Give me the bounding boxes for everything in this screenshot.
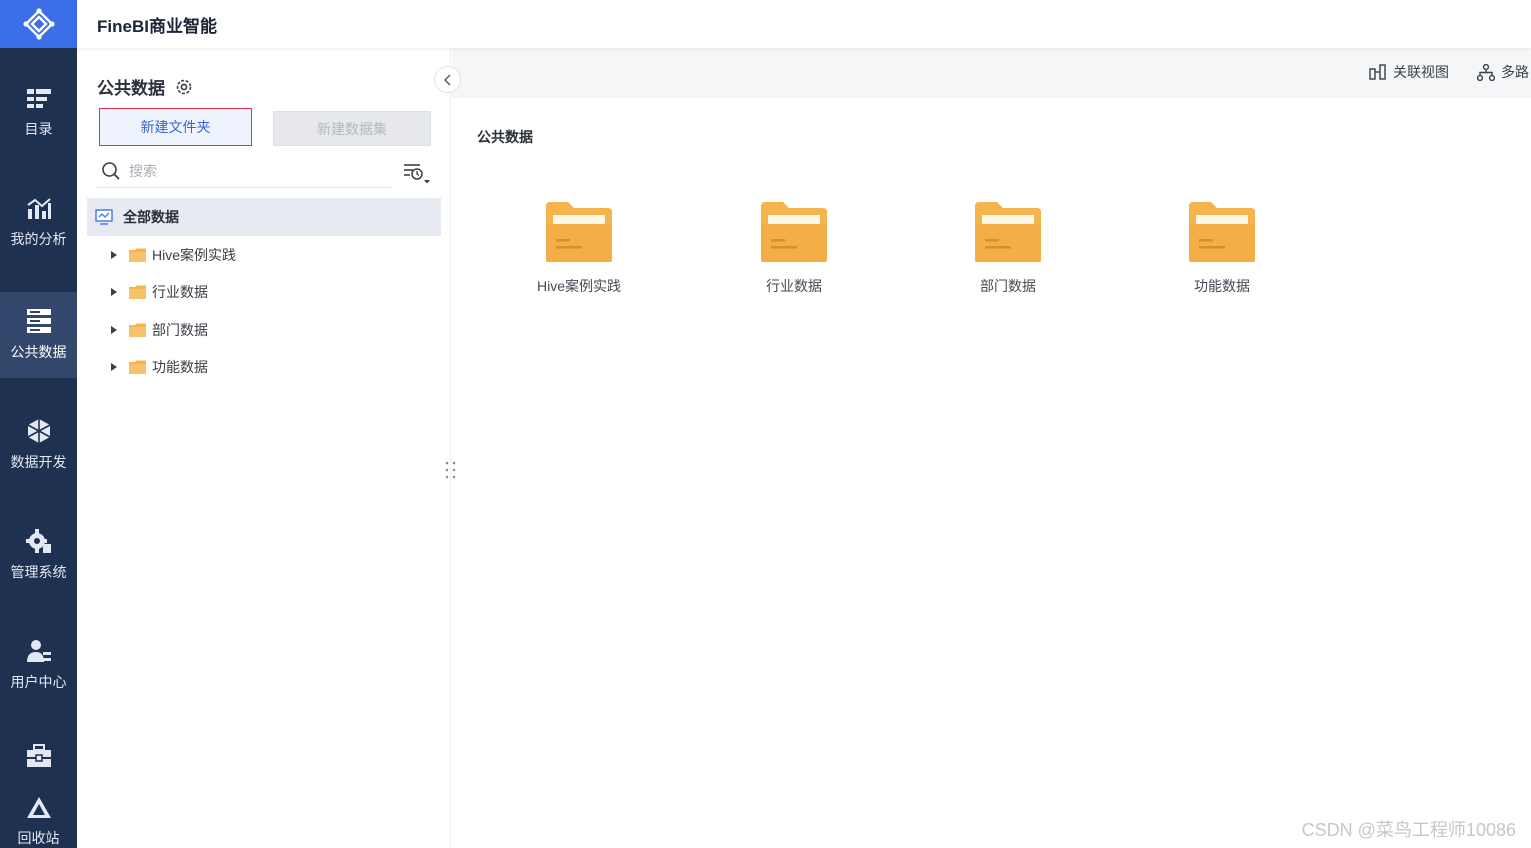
nav-item-recycle-bin[interactable]: 回收站	[0, 790, 77, 848]
folder-icon	[546, 202, 612, 262]
folder-card-department[interactable]: 部门数据	[933, 200, 1083, 296]
user-icon	[26, 640, 51, 662]
chevron-left-icon	[443, 74, 450, 85]
tree-root-label: 全部数据	[123, 209, 179, 225]
finebi-logo[interactable]	[0, 0, 77, 48]
recycle-icon	[26, 797, 51, 818]
new-dataset-button[interactable]: 新建数据集	[273, 111, 431, 146]
nav-item-label: 数据开发	[10, 454, 67, 470]
tree-item-label: 部门数据	[152, 321, 208, 338]
folder-label: 功能数据	[1194, 278, 1250, 294]
multi-path-label: 多路	[1501, 64, 1529, 80]
expand-caret-icon[interactable]	[111, 288, 117, 297]
main-content: 关联视图 多路 公共数据 Hive案例实践 行业数据 部门数据 功能数据	[452, 48, 1531, 848]
database-icon	[26, 309, 51, 333]
monitor-icon	[95, 209, 113, 225]
public-data-panel: 公共数据 新建文件夹 新建数据集 搜索 全部数据 Hive案例实践 行业数据 部…	[77, 48, 451, 848]
nav-item-label: 用户中心	[10, 674, 67, 690]
nav-item-public-data[interactable]: 公共数据	[0, 292, 77, 378]
folder-card-hive[interactable]: Hive案例实践	[504, 200, 654, 296]
folder-label: Hive案例实践	[536, 278, 621, 294]
search-icon	[101, 161, 121, 181]
breadcrumb: 公共数据	[477, 129, 533, 145]
sort-filter-button[interactable]	[400, 160, 432, 188]
expand-caret-icon[interactable]	[111, 325, 117, 334]
list-icon	[26, 89, 51, 108]
tree-item-label: Hive案例实践	[152, 246, 237, 263]
main-toolbar: 关联视图 多路	[452, 48, 1531, 98]
tree-item-industry[interactable]: 行业数据	[87, 274, 441, 312]
multi-path-button[interactable]: 多路	[1477, 62, 1529, 82]
app-title: FineBI商业智能	[97, 16, 217, 36]
panel-title: 公共数据	[97, 74, 193, 99]
tree-root-all-data[interactable]: 全部数据	[87, 198, 441, 236]
folder-icon	[129, 248, 146, 262]
watermark: CSDN @菜鸟工程师10086	[1301, 820, 1516, 840]
nav-item-data-dev[interactable]: 数据开发	[0, 402, 77, 488]
folder-icon	[129, 323, 146, 337]
data-tree: 全部数据 Hive案例实践 行业数据 部门数据 功能数据	[87, 198, 441, 386]
folder-label: 部门数据	[980, 278, 1036, 294]
settings-gear-icon[interactable]	[175, 78, 193, 96]
nav-item-label: 管理系统	[10, 564, 67, 580]
tree-item-function[interactable]: 功能数据	[87, 349, 441, 387]
new-folder-button[interactable]: 新建文件夹	[99, 108, 252, 146]
nav-item-catalog[interactable]: 目录	[0, 70, 77, 156]
nav-item-user-center[interactable]: 用户中心	[0, 622, 77, 708]
folder-card-function[interactable]: 功能数据	[1147, 200, 1297, 296]
gear-icon	[25, 529, 51, 553]
relation-view-button[interactable]: 关联视图	[1369, 62, 1449, 82]
relation-view-icon	[1369, 64, 1386, 80]
nav-item-label: 公共数据	[10, 344, 67, 360]
hierarchy-icon	[1477, 63, 1495, 81]
search-input[interactable]	[129, 162, 369, 179]
cube-icon	[27, 419, 50, 443]
folder-label: 行业数据	[766, 278, 822, 294]
tree-item-label: 功能数据	[152, 359, 208, 376]
top-header: FineBI商业智能	[77, 0, 1531, 48]
nav-item-system-admin[interactable]: 管理系统	[0, 512, 77, 598]
nav-item-toolbox[interactable]	[0, 730, 77, 790]
left-nav: 目录 我的分析 公共数据 数据开发 管理系统 用户中心 回收站	[0, 0, 77, 848]
resize-handle[interactable]	[444, 460, 458, 480]
tree-item-label: 行业数据	[152, 284, 208, 301]
nav-item-my-analysis[interactable]: 我的分析	[0, 180, 77, 266]
toolbox-icon	[26, 744, 51, 767]
drag-dots-icon	[445, 461, 456, 479]
folder-icon	[129, 360, 146, 375]
tree-item-department[interactable]: 部门数据	[87, 311, 441, 349]
folder-icon	[975, 202, 1041, 262]
logo-icon	[22, 8, 55, 40]
panel-title-text: 公共数据	[97, 79, 165, 98]
nav-item-label: 回收站	[17, 830, 60, 846]
tree-item-hive[interactable]: Hive案例实践	[87, 236, 441, 274]
collapse-panel-button[interactable]	[434, 66, 461, 93]
folder-icon	[1189, 202, 1255, 262]
folder-card-industry[interactable]: 行业数据	[719, 200, 869, 296]
folder-icon	[761, 202, 827, 262]
sort-clock-icon	[404, 164, 430, 184]
expand-caret-icon[interactable]	[111, 250, 117, 259]
nav-item-label: 目录	[24, 121, 53, 137]
nav-item-label: 我的分析	[10, 231, 67, 247]
chart-icon	[26, 198, 51, 219]
folder-icon	[129, 285, 146, 300]
search-box	[97, 154, 391, 188]
expand-caret-icon[interactable]	[111, 363, 117, 372]
relation-view-label: 关联视图	[1393, 64, 1449, 80]
